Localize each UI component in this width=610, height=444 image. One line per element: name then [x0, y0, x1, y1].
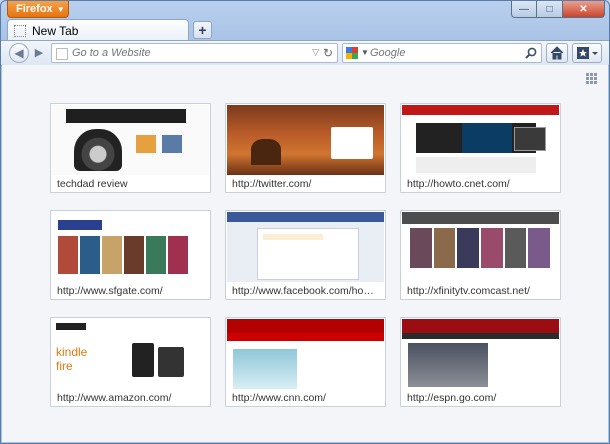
- thumbnail-kindle-text: kindle fire: [56, 345, 88, 373]
- site-identity-icon: [56, 48, 68, 60]
- home-button[interactable]: [546, 43, 568, 63]
- reload-icon[interactable]: ↻: [323, 46, 333, 60]
- tab-title: New Tab: [32, 23, 79, 38]
- site-thumbnail: [227, 105, 384, 175]
- minimize-icon: —: [519, 3, 529, 15]
- new-tab-button[interactable]: +: [193, 21, 212, 39]
- site-thumbnail: [402, 105, 559, 175]
- site-thumbnail: [402, 212, 559, 282]
- back-button[interactable]: ◀: [9, 43, 29, 63]
- thumbnail-tile[interactable]: http://espn.go.com/: [400, 317, 561, 407]
- google-logo-icon[interactable]: [346, 47, 358, 59]
- maximize-button[interactable]: □: [537, 1, 563, 18]
- site-thumbnail: kindle fire: [52, 319, 209, 389]
- navigation-toolbar: ◀ ▶ ▽ ↻ ▼: [1, 40, 609, 66]
- new-tab-page: techdad review http://twitter.com/ http:…: [2, 65, 608, 442]
- thumbnail-tile[interactable]: http://howto.cnet.com/: [400, 103, 561, 193]
- browser-window: Firefox▼ — □ ✕ New Tab + ◀ ▶ ▽ ↻ ▼: [0, 0, 610, 444]
- tile-label: http://www.facebook.com/home.p...: [232, 285, 382, 297]
- window-controls: — □ ✕: [511, 1, 605, 18]
- close-icon: ✕: [579, 3, 588, 15]
- nav-buttons: ◀ ▶: [9, 43, 46, 63]
- url-dropdown-icon[interactable]: ▽: [312, 47, 319, 58]
- thumbnail-tile[interactable]: http://www.sfgate.com/: [50, 210, 211, 300]
- thumbnail-tile[interactable]: http://www.facebook.com/home.p...: [225, 210, 386, 300]
- tile-label: http://xfinitytv.comcast.net/: [407, 285, 530, 297]
- home-icon: [550, 46, 564, 60]
- tile-label: http://howto.cnet.com/: [407, 178, 510, 190]
- thumbnail-tile[interactable]: http://www.cnn.com/: [225, 317, 386, 407]
- forward-button[interactable]: ▶: [32, 46, 46, 60]
- magnifier-icon[interactable]: [524, 46, 538, 60]
- tile-label: http://www.cnn.com/: [232, 392, 326, 404]
- tile-label: techdad review: [57, 178, 128, 190]
- firefox-menu-button[interactable]: Firefox ▼: [7, 1, 69, 18]
- search-input[interactable]: [370, 46, 520, 60]
- tile-label: http://www.sfgate.com/: [57, 285, 163, 297]
- search-bar[interactable]: ▼: [342, 43, 542, 63]
- url-input[interactable]: [72, 46, 292, 60]
- close-button[interactable]: ✕: [563, 1, 605, 18]
- chevron-down-icon: ▼: [56, 5, 65, 14]
- thumbnail-tile[interactable]: http://xfinitytv.comcast.net/: [400, 210, 561, 300]
- tile-label: http://twitter.com/: [232, 178, 312, 190]
- tile-label: http://espn.go.com/: [407, 392, 497, 404]
- tile-label: http://www.amazon.com/: [57, 392, 172, 404]
- thumbnail-tile[interactable]: kindle fire http://www.amazon.com/: [50, 317, 211, 407]
- maximize-icon: □: [546, 3, 553, 15]
- plus-icon: +: [198, 22, 207, 38]
- thumbnail-tile[interactable]: http://twitter.com/: [225, 103, 386, 193]
- forward-arrow-icon: ▶: [34, 47, 44, 59]
- site-thumbnail: [402, 319, 559, 389]
- thumbnail-tile[interactable]: techdad review: [50, 103, 211, 193]
- bookmarks-icon: [577, 47, 598, 59]
- site-thumbnail: [227, 319, 384, 389]
- tab-new-tab[interactable]: New Tab: [7, 19, 189, 41]
- bookmarks-button[interactable]: [572, 43, 602, 63]
- blank-page-icon: [14, 24, 26, 37]
- site-thumbnail: [227, 212, 384, 282]
- minimize-button[interactable]: —: [511, 1, 537, 18]
- search-engine-dropdown-icon[interactable]: ▼: [361, 48, 369, 57]
- site-thumbnail: [52, 105, 209, 175]
- firefox-menu-label: Firefox: [16, 3, 53, 15]
- grid-toggle-icon[interactable]: [586, 73, 597, 84]
- site-thumbnail: [52, 212, 209, 282]
- back-arrow-icon: ◀: [14, 46, 24, 60]
- url-bar[interactable]: ▽ ↻: [51, 43, 338, 63]
